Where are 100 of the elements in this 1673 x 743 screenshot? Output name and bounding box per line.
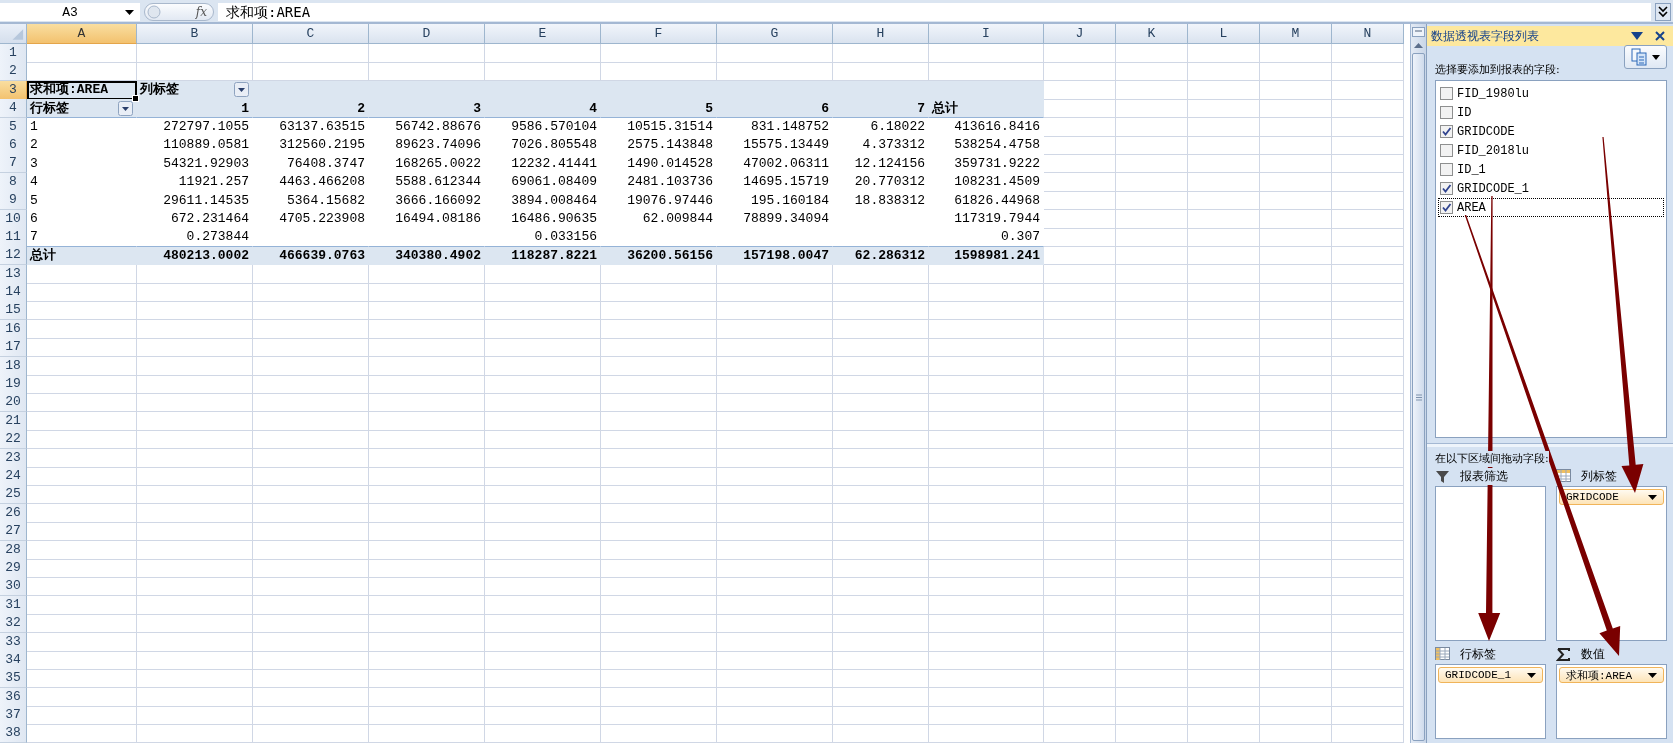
- formula-field[interactable]: 求和项:AREA: [218, 3, 1651, 21]
- table-cell[interactable]: 340380.4902: [369, 246, 485, 266]
- table-cell[interactable]: 29611.14535: [137, 191, 253, 211]
- column-header[interactable]: D: [369, 24, 485, 44]
- row-header[interactable]: 2: [0, 62, 27, 82]
- table-cell[interactable]: 89623.74096: [369, 135, 485, 155]
- expand-button[interactable]: [1655, 3, 1671, 21]
- column-header[interactable]: H: [833, 24, 929, 44]
- table-cell[interactable]: 总计: [929, 99, 1044, 119]
- row-header[interactable]: 25: [0, 485, 27, 505]
- table-cell[interactable]: 1490.014528: [601, 154, 717, 174]
- layout-button[interactable]: [1624, 45, 1667, 69]
- row-header[interactable]: 22: [0, 430, 27, 450]
- checkbox[interactable]: [1440, 125, 1453, 138]
- table-cell[interactable]: 5: [27, 191, 137, 211]
- table-cell[interactable]: 16486.90635: [485, 209, 601, 229]
- field-chip[interactable]: GRIDCODE_1: [1438, 667, 1543, 683]
- column-header[interactable]: A: [27, 24, 137, 44]
- row-header[interactable]: 12: [0, 246, 27, 266]
- table-cell[interactable]: 6.18022: [833, 117, 929, 137]
- table-cell[interactable]: 47002.06311: [717, 154, 833, 174]
- table-cell[interactable]: 10515.31514: [601, 117, 717, 137]
- table-cell[interactable]: 4705.223908: [253, 209, 369, 229]
- table-cell[interactable]: 62.286312: [833, 246, 929, 266]
- row-header[interactable]: 30: [0, 577, 27, 597]
- table-cell[interactable]: 总计: [27, 246, 137, 266]
- column-header[interactable]: F: [601, 24, 717, 44]
- table-cell[interactable]: 413616.8416: [929, 117, 1044, 137]
- row-header[interactable]: 35: [0, 669, 27, 689]
- table-cell[interactable]: 12.124156: [833, 154, 929, 174]
- drop-area[interactable]: GRIDCODE_1: [1435, 664, 1546, 739]
- column-header[interactable]: G: [717, 24, 833, 44]
- table-cell[interactable]: 117319.7944: [929, 209, 1044, 229]
- select-all-button[interactable]: [0, 24, 27, 44]
- table-cell[interactable]: 2: [27, 135, 137, 155]
- table-cell[interactable]: 4.373312: [833, 135, 929, 155]
- field-chip[interactable]: GRIDCODE: [1559, 489, 1664, 505]
- table-cell[interactable]: 108231.4509: [929, 172, 1044, 192]
- table-cell[interactable]: 54321.92903: [137, 154, 253, 174]
- row-header[interactable]: 17: [0, 338, 27, 358]
- table-cell[interactable]: 7026.805548: [485, 135, 601, 155]
- table-cell[interactable]: 672.231464: [137, 209, 253, 229]
- table-cell[interactable]: 4: [27, 172, 137, 192]
- row-header[interactable]: 32: [0, 614, 27, 634]
- row-header[interactable]: 15: [0, 301, 27, 321]
- table-cell[interactable]: 行标签: [27, 99, 137, 119]
- table-cell[interactable]: 63137.63515: [253, 117, 369, 137]
- checkbox[interactable]: [1440, 106, 1453, 119]
- table-cell[interactable]: 20.770312: [833, 172, 929, 192]
- field-item[interactable]: ID_1: [1438, 160, 1664, 179]
- field-chip[interactable]: 求和项:AREA: [1559, 667, 1664, 683]
- column-header[interactable]: I: [929, 24, 1044, 44]
- column-header[interactable]: K: [1116, 24, 1188, 44]
- table-cell[interactable]: 6: [27, 209, 137, 229]
- drop-area[interactable]: [1435, 486, 1546, 641]
- field-item[interactable]: GRIDCODE: [1438, 122, 1664, 141]
- split-button[interactable]: [1412, 27, 1425, 37]
- row-header[interactable]: 27: [0, 522, 27, 542]
- column-header[interactable]: E: [485, 24, 601, 44]
- field-item[interactable]: GRIDCODE_1: [1438, 179, 1664, 198]
- table-cell[interactable]: 36200.56156: [601, 246, 717, 266]
- row-header[interactable]: 38: [0, 724, 27, 743]
- drop-area[interactable]: GRIDCODE: [1556, 486, 1667, 641]
- table-cell[interactable]: 831.148752: [717, 117, 833, 137]
- close-icon[interactable]: [1655, 31, 1665, 41]
- table-cell[interactable]: 1: [137, 99, 253, 119]
- table-cell[interactable]: 3: [369, 99, 485, 119]
- table-cell[interactable]: 3: [27, 154, 137, 174]
- table-cell[interactable]: 62.009844: [601, 209, 717, 229]
- field-item[interactable]: FID_2018lu: [1438, 141, 1664, 160]
- insert-function-button[interactable]: fx: [195, 5, 207, 19]
- checkbox[interactable]: [1440, 87, 1453, 100]
- table-cell[interactable]: 4: [485, 99, 601, 119]
- column-header[interactable]: L: [1188, 24, 1260, 44]
- table-cell[interactable]: 195.160184: [717, 191, 833, 211]
- drop-area[interactable]: 求和项:AREA: [1556, 664, 1667, 739]
- table-cell[interactable]: 6: [717, 99, 833, 119]
- table-cell[interactable]: 16494.08186: [369, 209, 485, 229]
- filter-dropdown-button[interactable]: [118, 100, 133, 116]
- table-cell[interactable]: 15575.13449: [717, 135, 833, 155]
- table-cell[interactable]: 5: [601, 99, 717, 119]
- table-cell[interactable]: 12232.41441: [485, 154, 601, 174]
- table-cell[interactable]: 78899.34094: [717, 209, 833, 229]
- table-cell[interactable]: 3666.166092: [369, 191, 485, 211]
- field-item[interactable]: FID_1980lu: [1438, 84, 1664, 103]
- row-header[interactable]: 9: [0, 191, 27, 211]
- column-header[interactable]: C: [253, 24, 369, 44]
- column-header[interactable]: M: [1260, 24, 1332, 44]
- row-header[interactable]: 7: [0, 154, 27, 174]
- table-cell[interactable]: 4463.466208: [253, 172, 369, 192]
- table-cell[interactable]: 76408.3747: [253, 154, 369, 174]
- table-cell[interactable]: 1: [27, 117, 137, 137]
- column-header[interactable]: N: [1332, 24, 1404, 44]
- column-header[interactable]: J: [1044, 24, 1116, 44]
- table-cell[interactable]: 5588.612344: [369, 172, 485, 192]
- table-cell[interactable]: 11921.257: [137, 172, 253, 192]
- table-cell[interactable]: 19076.97446: [601, 191, 717, 211]
- scroll-up-button[interactable]: [1412, 40, 1425, 50]
- table-cell[interactable]: 2: [253, 99, 369, 119]
- table-cell[interactable]: 2575.143848: [601, 135, 717, 155]
